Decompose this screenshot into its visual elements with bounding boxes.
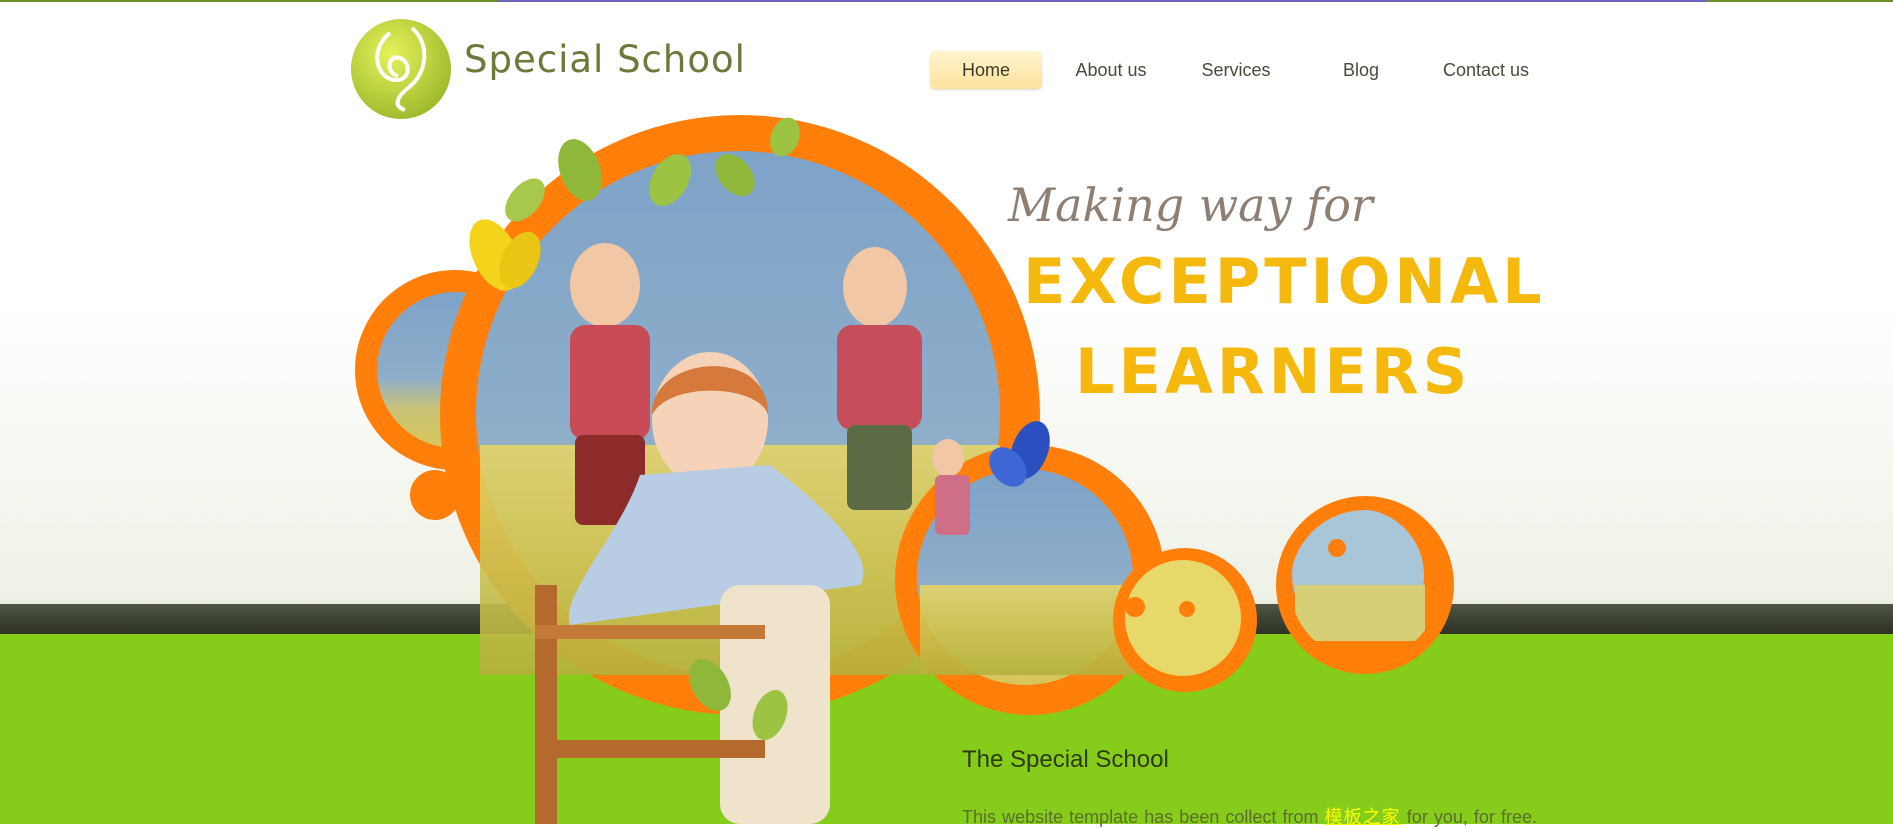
- nav-about-us[interactable]: About us: [1055, 51, 1167, 89]
- hero-image: [340, 115, 1570, 824]
- section-title: The Special School: [962, 746, 1169, 773]
- nav-home[interactable]: Home: [930, 51, 1042, 89]
- nav-services[interactable]: Services: [1180, 51, 1292, 89]
- logo-icon[interactable]: [350, 18, 452, 120]
- section-text-after: for you, for free.: [1400, 807, 1538, 827]
- section-text: This website template has been collect f…: [962, 803, 1537, 829]
- top-border-accent: [497, 0, 1707, 2]
- brand-name[interactable]: Special School: [464, 38, 746, 81]
- hero-tagline-line1: Making way for: [1008, 178, 1373, 232]
- nav-blog[interactable]: Blog: [1305, 51, 1417, 89]
- hero-tagline-line3: LEARNERS: [1075, 335, 1472, 408]
- nav-contact-us[interactable]: Contact us: [1430, 51, 1542, 89]
- hero-tagline-line2: EXCEPTIONAL: [1023, 245, 1546, 318]
- source-link[interactable]: 模板之家: [1325, 807, 1401, 827]
- section-text-before: This website template has been collect f…: [962, 807, 1325, 827]
